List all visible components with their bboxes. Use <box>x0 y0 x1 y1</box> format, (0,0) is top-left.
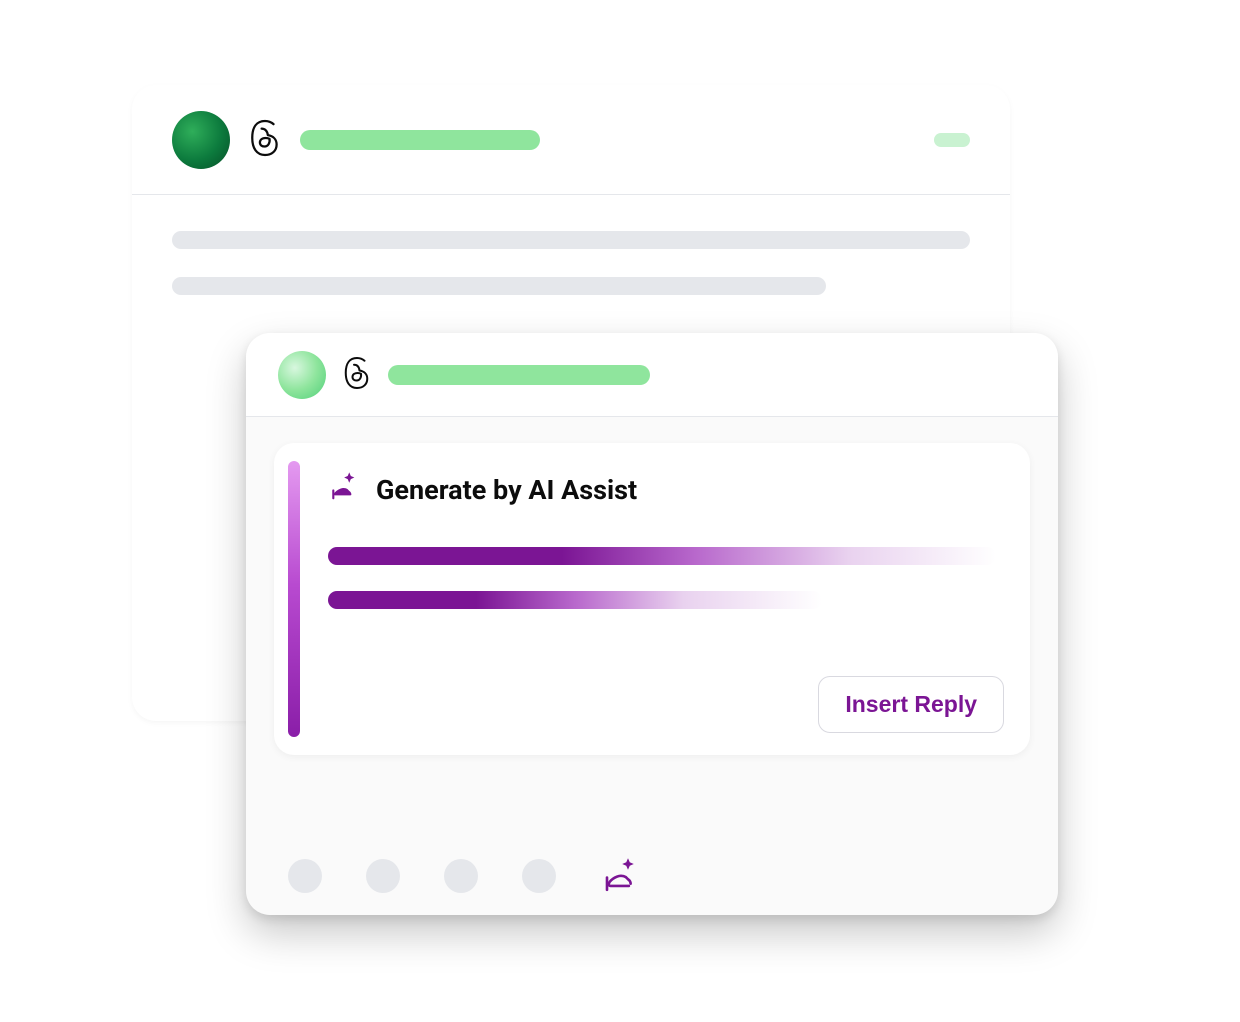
post-body <box>132 195 1010 331</box>
threads-icon <box>248 119 282 161</box>
toolbar-action[interactable] <box>366 859 400 893</box>
author-name-placeholder <box>300 130 540 150</box>
toolbar-action[interactable] <box>444 859 478 893</box>
content-placeholder-line <box>172 231 970 249</box>
insert-reply-button[interactable]: Insert Reply <box>818 676 1004 733</box>
reply-header <box>246 333 1058 417</box>
toolbar-action[interactable] <box>522 859 556 893</box>
ai-assist-icon <box>328 471 362 509</box>
avatar <box>172 111 230 169</box>
avatar <box>278 351 326 399</box>
content-placeholder-line <box>172 277 826 295</box>
ai-assist-panel: Generate by AI Assist Insert Reply <box>274 443 1030 755</box>
author-name-placeholder <box>388 365 650 385</box>
ai-accent-bar <box>288 461 300 737</box>
status-pill <box>934 133 970 147</box>
threads-icon <box>342 356 372 394</box>
ai-assist-toolbar-icon[interactable] <box>600 853 642 899</box>
ai-generated-line <box>328 591 822 609</box>
reply-card-front: Generate by AI Assist Insert Reply <box>246 333 1058 915</box>
post-header <box>132 85 1010 195</box>
compose-toolbar <box>246 837 1058 915</box>
ai-panel-title: Generate by AI Assist <box>376 474 637 506</box>
ai-generated-line <box>328 547 996 565</box>
toolbar-action[interactable] <box>288 859 322 893</box>
